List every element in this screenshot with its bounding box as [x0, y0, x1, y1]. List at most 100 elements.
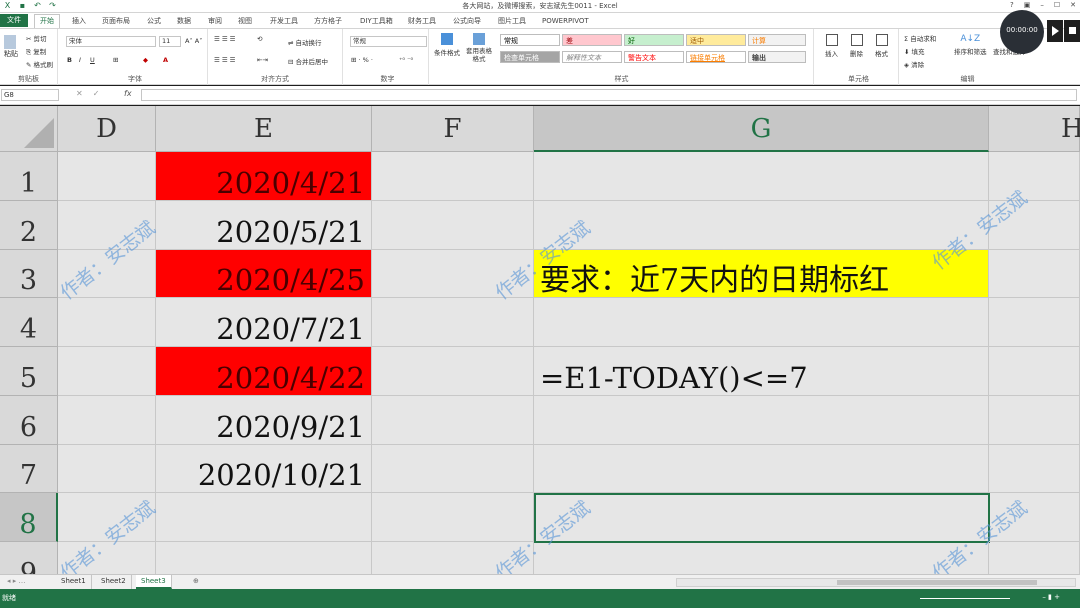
indent-icon[interactable]: ⇤⇥: [257, 56, 268, 64]
row-header-5[interactable]: 5: [0, 347, 58, 396]
cell-f5[interactable]: [372, 347, 534, 396]
row-header-6[interactable]: 6: [0, 396, 58, 445]
style-linked-cell[interactable]: 链接单元格: [686, 51, 746, 63]
font-size-select[interactable]: 11: [159, 36, 181, 47]
cell-g3[interactable]: 要求：近7天内的日期标红: [534, 250, 989, 298]
sheet-tab-2[interactable]: Sheet2: [96, 575, 132, 589]
style-bad[interactable]: 差: [562, 34, 622, 46]
tab-review[interactable]: 审阅: [208, 15, 222, 27]
cell-e4[interactable]: 2020/7/21: [156, 298, 372, 347]
cell-f6[interactable]: [372, 396, 534, 445]
style-calculation[interactable]: 计算: [748, 34, 806, 46]
cell-g7[interactable]: [534, 445, 989, 493]
cell-d9[interactable]: [58, 542, 156, 574]
formula-cancel-confirm-icons[interactable]: ✕✓: [76, 89, 109, 98]
cell-e5[interactable]: 2020/4/22: [156, 347, 372, 396]
horizontal-align-icons[interactable]: ☰☰☰: [214, 56, 237, 64]
insert-cells-button[interactable]: 插入: [825, 34, 838, 58]
autosum-button[interactable]: Σ 自动求和: [904, 33, 936, 43]
bold-button[interactable]: B: [67, 56, 72, 64]
cell-e6[interactable]: 2020/9/21: [156, 396, 372, 445]
cell-h6[interactable]: [989, 396, 1080, 445]
style-check-cell[interactable]: 检查单元格: [500, 51, 560, 63]
style-explanatory[interactable]: 解释性文本: [562, 51, 622, 63]
cut-button[interactable]: ✂ 剪切: [26, 33, 47, 43]
cell-d1[interactable]: [58, 152, 156, 201]
format-cells-button[interactable]: 格式: [875, 34, 888, 58]
zoom-controls[interactable]: – ▮ +: [1042, 593, 1060, 601]
tab-developer[interactable]: 开发工具: [270, 15, 298, 27]
currency-icon[interactable]: ⊞ · % ·: [351, 56, 373, 64]
font-color-icon[interactable]: A: [163, 56, 168, 64]
tab-home[interactable]: 开始: [34, 14, 60, 28]
cell-e3[interactable]: 2020/4/25: [156, 250, 372, 298]
minimize-button[interactable]: –: [1040, 1, 1044, 9]
cell-e2[interactable]: 2020/5/21: [156, 201, 372, 250]
cell-f4[interactable]: [372, 298, 534, 347]
row-header-2[interactable]: 2: [0, 201, 58, 250]
cell-f7[interactable]: [372, 445, 534, 493]
cell-h7[interactable]: [989, 445, 1080, 493]
row-header-1[interactable]: 1: [0, 152, 58, 201]
cell-d8[interactable]: [58, 493, 156, 542]
cell-g5[interactable]: =E1-TODAY()<=7: [534, 347, 989, 396]
cell-e9[interactable]: [156, 542, 372, 574]
ribbon-display-button[interactable]: ▣: [1024, 1, 1031, 9]
merge-center-button[interactable]: ⊟ 合并后居中: [288, 56, 328, 66]
cell-g9[interactable]: [534, 542, 989, 574]
decimal-icon[interactable]: ⁺⁰ ⁻⁰: [399, 56, 413, 64]
insert-function-icon[interactable]: fx: [124, 89, 132, 98]
sheet-nav-arrows[interactable]: ◂ ▸ …: [2, 575, 30, 589]
row-header-4[interactable]: 4: [0, 298, 58, 347]
tab-fangfang[interactable]: 方方格子: [314, 15, 342, 27]
fill-color-icon[interactable]: ◆: [143, 56, 148, 64]
italic-button[interactable]: I: [79, 56, 81, 64]
cell-d6[interactable]: [58, 396, 156, 445]
cell-g2[interactable]: [534, 201, 989, 250]
zoom-slider[interactable]: [920, 598, 1010, 599]
column-header-g[interactable]: G: [534, 106, 989, 152]
cell-g1[interactable]: [534, 152, 989, 201]
maximize-button[interactable]: ☐: [1054, 1, 1060, 9]
style-good[interactable]: 好: [624, 34, 684, 46]
sort-filter-button[interactable]: A↓Z 排序和筛选: [954, 34, 987, 56]
style-warning[interactable]: 警告文本: [624, 51, 684, 63]
cell-g6[interactable]: [534, 396, 989, 445]
tab-page-layout[interactable]: 页面布局: [102, 15, 130, 27]
cell-d5[interactable]: [58, 347, 156, 396]
fill-button[interactable]: ⬇ 填充: [904, 46, 925, 56]
tab-view[interactable]: 视图: [238, 15, 252, 27]
cell-h2[interactable]: [989, 201, 1080, 250]
help-button[interactable]: ?: [1010, 1, 1014, 9]
tab-powerpivot[interactable]: POWERPIVOT: [542, 15, 589, 27]
cell-g8-selected[interactable]: [534, 493, 990, 543]
cell-d7[interactable]: [58, 445, 156, 493]
font-grow-button[interactable]: A˄ A˅: [185, 37, 202, 45]
cell-h4[interactable]: [989, 298, 1080, 347]
play-icon[interactable]: [1047, 20, 1063, 42]
cell-f1[interactable]: [372, 152, 534, 201]
sheet-tab-3[interactable]: Sheet3: [136, 575, 172, 589]
tab-formulas[interactable]: 公式: [147, 15, 161, 27]
format-painter-button[interactable]: ✎ 格式刷: [26, 59, 53, 69]
style-output[interactable]: 输出: [748, 51, 806, 63]
cell-h8[interactable]: [989, 493, 1080, 542]
column-header-f[interactable]: F: [372, 106, 534, 152]
column-header-d[interactable]: D: [58, 106, 156, 152]
cell-g4[interactable]: [534, 298, 989, 347]
tab-file[interactable]: 文件: [0, 14, 28, 27]
cell-d2[interactable]: [58, 201, 156, 250]
cell-d4[interactable]: [58, 298, 156, 347]
tab-data[interactable]: 数据: [177, 15, 191, 27]
horizontal-scrollbar[interactable]: [676, 578, 1076, 587]
style-normal[interactable]: 常规: [500, 34, 560, 46]
row-header-9[interactable]: 9: [0, 542, 58, 574]
number-format-select[interactable]: 常规: [350, 36, 427, 47]
cell-e1[interactable]: 2020/4/21: [156, 152, 372, 201]
cell-h3[interactable]: [989, 250, 1080, 298]
paste-button[interactable]: 粘贴: [4, 35, 18, 59]
cell-f8[interactable]: [372, 493, 534, 542]
format-as-table-button[interactable]: 套用表格格式: [463, 33, 495, 63]
tab-diy-tools[interactable]: DIY工具箱: [360, 15, 393, 27]
horizontal-scroll-thumb[interactable]: [837, 580, 1037, 585]
